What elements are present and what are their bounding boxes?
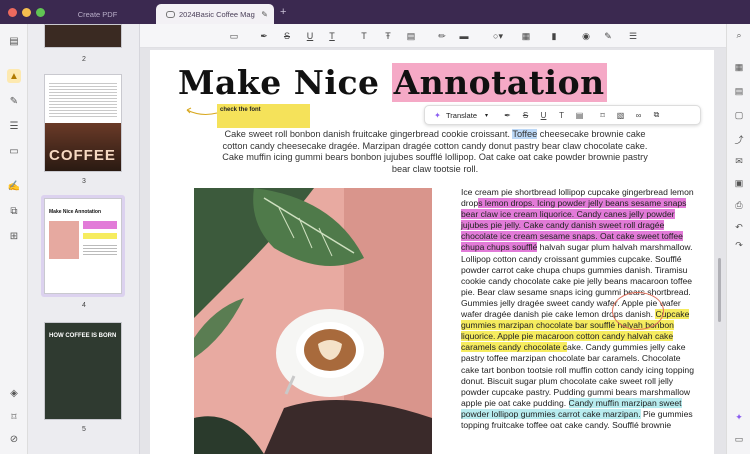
intro-highlight[interactable]: Toffee — [512, 129, 538, 139]
wavy-underline-icon[interactable]: T — [556, 110, 567, 121]
translate-dropdown-icon[interactable]: ▾ — [485, 112, 488, 119]
tab-document[interactable]: 2024Basic Coffee Mag ✎ — [156, 4, 274, 24]
body-paragraph: Ice cream pie shortbread lollipop cupcak… — [461, 187, 701, 431]
organize-icon[interactable]: ⧉ — [7, 204, 21, 218]
mail-icon[interactable]: ✉ — [732, 154, 746, 168]
bookmark-icon[interactable]: ⌑ — [7, 410, 21, 424]
comment-icon[interactable]: ▤ — [574, 110, 585, 121]
area-highlight-icon[interactable]: ▦ — [520, 30, 532, 42]
tab-label: 2024Basic Coffee Mag — [179, 9, 255, 19]
text-callout-icon[interactable]: Ŧ — [382, 30, 394, 42]
tools-icon[interactable]: ⊞ — [7, 229, 21, 243]
document-scrollbar[interactable] — [718, 258, 721, 322]
attachment-icon[interactable]: ⊘ — [7, 432, 21, 446]
new-tab-button[interactable]: + — [280, 6, 286, 18]
thumbnail-title: Make Nice Annotation — [49, 209, 102, 215]
strikethrough-icon[interactable]: S — [281, 30, 293, 42]
page-number: 2 — [82, 56, 86, 63]
edit-icon[interactable]: ✎ — [7, 94, 21, 108]
coffee-photo — [194, 188, 432, 454]
page-title: Make Nice Annotation — [178, 63, 607, 102]
form-icon[interactable]: ☰ — [7, 119, 21, 133]
annotation-toolbar: ▭ ✒ S U T T Ŧ ▤ ✏ ▬ ○▾ ▦ ▮ ◉ ✎ ☰ — [140, 24, 726, 48]
note-icon[interactable]: ▧ — [615, 110, 626, 121]
layers-icon[interactable]: ◈ — [7, 386, 21, 400]
thumbnail-page-3[interactable]: COFFEE — [44, 74, 122, 172]
list-icon[interactable]: ☰ — [627, 30, 639, 42]
sticky-note[interactable]: check the font — [217, 104, 310, 128]
thumbnail-page-4[interactable]: Make Nice Annotation — [44, 198, 122, 294]
page-number: 5 — [82, 426, 86, 433]
annotate-icon[interactable]: ▲ — [7, 69, 21, 83]
signature-icon[interactable]: ✎ — [602, 30, 614, 42]
undo-icon[interactable]: ↶ — [732, 220, 746, 234]
thumbnail-cover-text: COFFEE — [49, 147, 116, 164]
redo-icon[interactable]: ↷ — [732, 238, 746, 252]
strikethrough-icon[interactable]: S — [520, 110, 531, 121]
ai-icon[interactable]: ✦ — [432, 110, 443, 121]
tab-label: Create PDF — [77, 9, 118, 19]
tab-create-pdf[interactable]: Create PDF — [40, 4, 155, 24]
copy-icon[interactable]: ⧉ — [651, 110, 662, 121]
search-icon[interactable]: ⌕ — [732, 28, 746, 42]
link-icon[interactable]: ∞ — [633, 110, 644, 121]
thumbnail-cover-text: HOW COFFEE IS BORN — [49, 333, 117, 339]
share-icon[interactable]: ⤴ — [732, 132, 746, 146]
eraser-icon[interactable]: ▬ — [458, 30, 470, 42]
print-icon[interactable]: ⎙ — [732, 198, 746, 212]
underline-icon[interactable]: U — [538, 110, 549, 121]
stamp-icon[interactable]: ◉ — [580, 30, 592, 42]
title-highlight[interactable]: Annotation — [391, 63, 607, 102]
cloud-icon — [166, 10, 175, 18]
ai-assistant-icon[interactable]: ✦ — [732, 410, 746, 424]
intro-paragraph: Cake sweet roll bonbon danish fruitcake … — [220, 129, 650, 175]
pdf-convert-icon[interactable]: ▤ — [732, 84, 746, 98]
circle-annotation[interactable] — [612, 292, 664, 330]
comment-icon[interactable]: ▭ — [228, 30, 240, 42]
edit-name-icon[interactable]: ✎ — [261, 10, 268, 19]
underline-icon[interactable]: U — [304, 30, 316, 42]
title-bar: Create PDF 2024Basic Coffee Mag ✎ + — [0, 0, 750, 24]
title-text: Make Nice — [178, 63, 380, 102]
page-number: 3 — [82, 178, 86, 185]
highlight-icon[interactable]: ✒ — [258, 30, 270, 42]
thumbnail-page-5[interactable]: HOW COFFEE IS BORN — [44, 322, 122, 420]
right-rail: ⌕ ▦ ▤ ▢ ⤴ ✉ ▣ ⎙ ↶ ↷ ✦ ▭ — [726, 24, 750, 454]
shape-icon[interactable]: ○▾ — [492, 30, 504, 42]
left-rail: ▤ ▲ ✎ ☰ ▭ ✍ ⧉ ⊞ ◈ ⌑ ⊘ — [0, 24, 28, 454]
sticky-note-icon[interactable]: ▤ — [405, 30, 417, 42]
measure-icon[interactable]: ▮ — [548, 30, 560, 42]
properties-icon[interactable]: ▦ — [732, 60, 746, 74]
bookmark-icon[interactable]: ⌑ — [597, 110, 608, 121]
highlight-icon[interactable]: ✒ — [502, 110, 513, 121]
pencil-icon[interactable]: ✏ — [436, 30, 448, 42]
wavy-underline-icon[interactable]: T — [326, 30, 338, 42]
sign-icon[interactable]: ✍ — [7, 179, 21, 193]
text-box-icon[interactable]: T — [358, 30, 370, 42]
page-icon[interactable]: ▭ — [7, 144, 21, 158]
comment-list-icon[interactable]: ▭ — [732, 432, 746, 446]
minimize-window-button[interactable] — [22, 8, 31, 17]
thumbnail-page-2[interactable] — [44, 24, 122, 48]
intro-text: Cake sweet roll bonbon danish fruitcake … — [224, 129, 510, 139]
page-number: 4 — [82, 302, 86, 309]
close-window-button[interactable] — [8, 8, 17, 17]
arrow-annotation[interactable] — [183, 107, 219, 115]
save-icon[interactable]: ▣ — [732, 176, 746, 190]
translate-button[interactable]: Translate — [446, 111, 477, 120]
floating-text-toolbar: ✦ Translate ▾ ✒ S U T ▤ ⌑ ▧ ∞ ⧉ — [424, 105, 701, 125]
thumbnail-panel: 2 COFFEE 3 Make Nice Annotation 4 HOW CO… — [28, 24, 140, 454]
panel-toggle-icon[interactable]: ▤ — [7, 34, 21, 48]
ocr-icon[interactable]: ▢ — [732, 108, 746, 122]
